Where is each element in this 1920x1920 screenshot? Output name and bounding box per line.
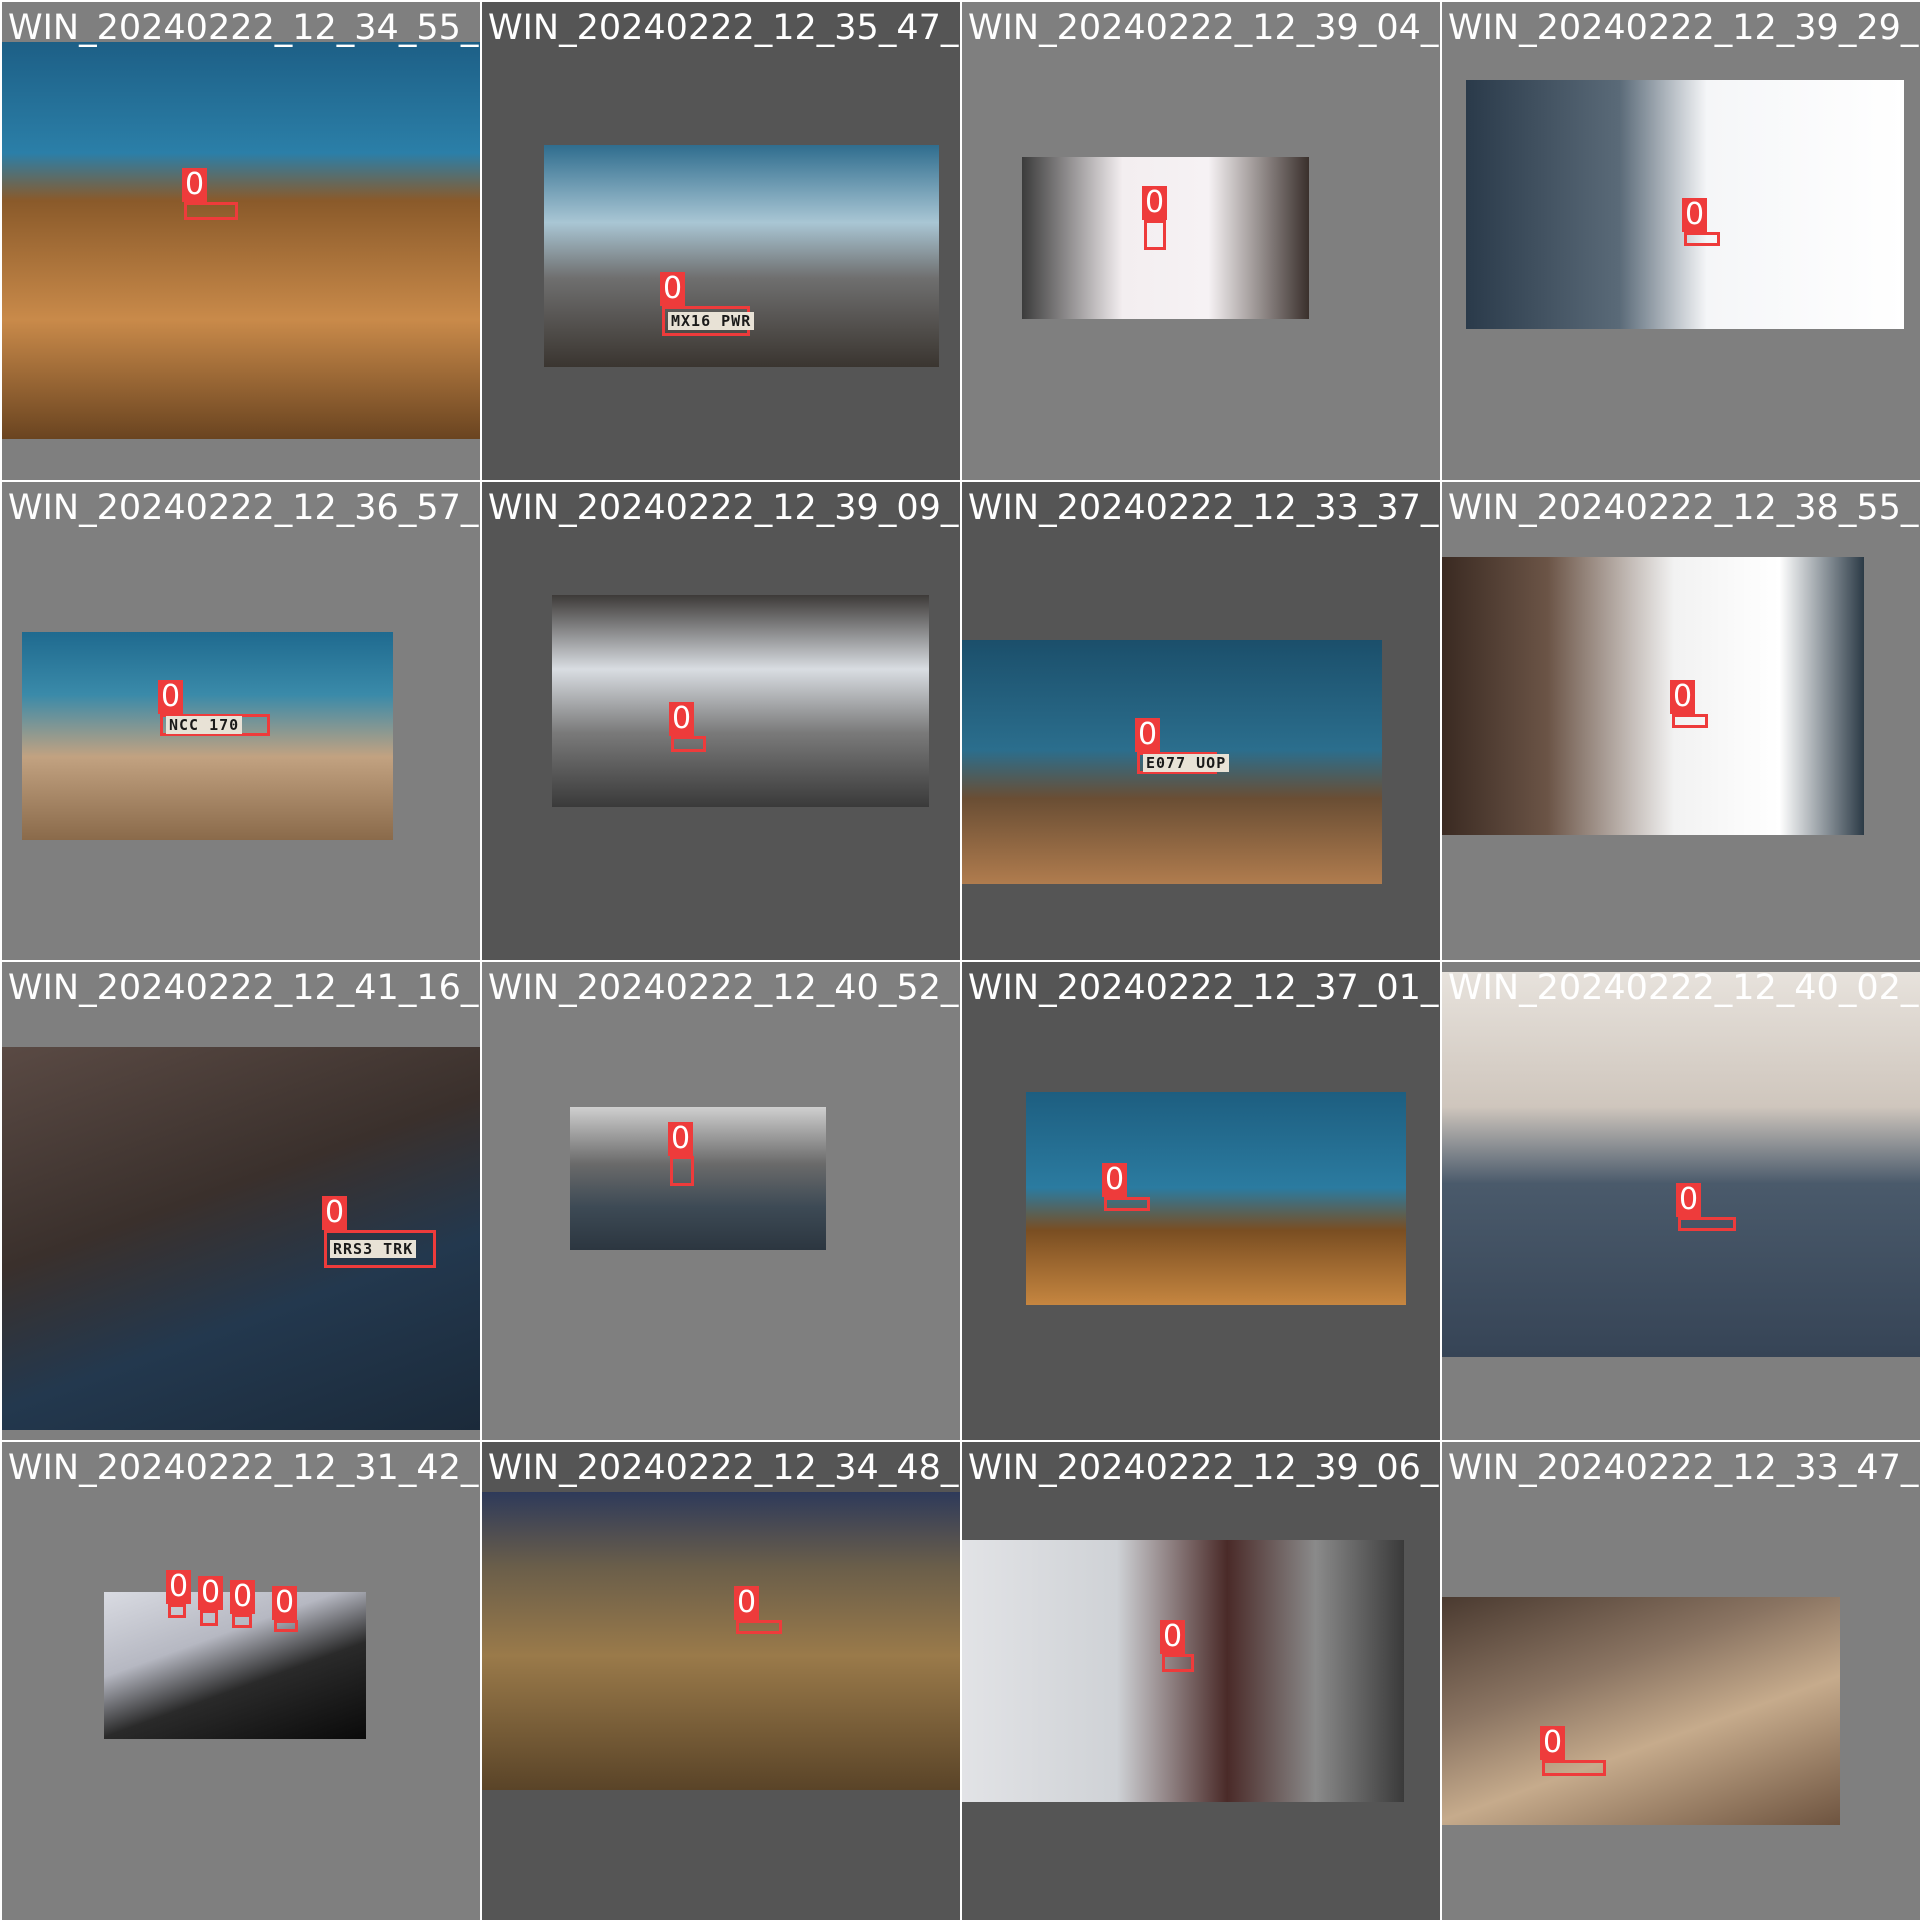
detection-class-label: 0 [1160,1620,1186,1654]
detection-box [200,1610,218,1626]
tile-filename: WIN_20240222_12_39_09_Pro (2).jpg [488,488,960,528]
detection-class-label: 0 [158,680,184,714]
detection-class-label: 0 [198,1576,224,1610]
detection-class-label: 0 [1540,1726,1566,1760]
tile-photo [570,1107,826,1250]
image-tile[interactable]: 0 WIN_20240222_12_39_06_Pro.jpg [962,1442,1440,1920]
image-tile[interactable]: 0 WIN_20240222_12_34_48_Pro.jpg [482,1442,960,1920]
image-tile[interactable]: 0 WIN_20240222_12_34_55_Pro (2).jpg [2,2,480,480]
image-tile[interactable]: RRS3 TRK 0 WIN_20240222_12_41_16_Pro.jpg [2,962,480,1440]
detection-box [670,1156,694,1186]
detection-box [1678,1217,1736,1231]
detection-class-label: 0 [668,1122,694,1156]
tile-filename: WIN_20240222_12_39_06_Pro.jpg [968,1448,1440,1488]
tile-filename: WIN_20240222_12_31_42_Pro.jpg [8,1448,480,1488]
tile-filename: WIN_20240222_12_39_04_Pro (2).jpg [968,8,1440,48]
image-tile[interactable]: 0000WIN_20240222_12_31_42_Pro.jpg [2,1442,480,1920]
image-tile[interactable]: 0 WIN_20240222_12_39_04_Pro (2).jpg [962,2,1440,480]
image-tile[interactable]: 0 WIN_20240222_12_40_02_Pro.jpg [1442,962,1920,1440]
tile-photo [1026,1092,1406,1305]
image-tile[interactable]: 0 WIN_20240222_12_38_55_Pro.jpg [1442,482,1920,960]
detection-class-label: 0 [230,1580,256,1614]
detection-class-label: 0 [1142,186,1168,220]
detection-box [232,1614,252,1628]
image-tile[interactable]: 0 WIN_20240222_12_40_52_Pro.jpg [482,962,960,1440]
image-tile[interactable]: NCC 170 0 WIN_20240222_12_36_57_Pro.jpg [2,482,480,960]
detection-class-label: 0 [272,1586,298,1620]
tile-photo [22,632,393,840]
tile-filename: WIN_20240222_12_40_02_Pro.jpg [1448,968,1920,1008]
license-plate-text: E077 UOP [1143,754,1230,772]
detection-class-label: 0 [1670,680,1696,714]
detection-box [274,1620,298,1632]
detection-box [184,202,238,220]
tile-photo [1442,1597,1840,1825]
tile-filename: WIN_20240222_12_33_47_Pro.jpg [1448,1448,1920,1488]
detection-class-label: 0 [1682,198,1708,232]
license-plate-text: NCC 170 [166,716,243,734]
image-tile[interactable]: 0 WIN_20240222_12_33_47_Pro.jpg [1442,1442,1920,1920]
tile-filename: WIN_20240222_12_41_16_Pro.jpg [8,968,480,1008]
image-tile[interactable]: 0 WIN_20240222_12_39_29_Pro.jpg [1442,2,1920,480]
license-plate-text: RRS3 TRK [330,1240,417,1258]
tile-filename: WIN_20240222_12_37_01_Pro.jpg [968,968,1440,1008]
tile-filename: WIN_20240222_12_33_37_Pro.jpg [968,488,1440,528]
tile-filename: WIN_20240222_12_36_57_Pro.jpg [8,488,480,528]
detection-box [1104,1197,1150,1211]
tile-filename: WIN_20240222_12_34_48_Pro.jpg [488,1448,960,1488]
detection-class-label: 0 [322,1196,348,1230]
detection-class-label: 0 [1102,1163,1128,1197]
detection-box [736,1620,782,1634]
detection-class-label: 0 [166,1570,192,1604]
tile-photo [552,595,929,807]
tile-filename: WIN_20240222_12_35_47_Pro.jpg [488,8,960,48]
detection-box [1672,714,1708,728]
detection-class-label: 0 [182,168,208,202]
image-tile[interactable]: 0 WIN_20240222_12_37_01_Pro.jpg [962,962,1440,1440]
tile-filename: WIN_20240222_12_34_55_Pro (2).jpg [8,8,480,48]
mosaic-grid: 0WIN_20240222_12_34_55_Pro (2).jpgMX16 P… [0,0,1920,1920]
detection-box [1162,1654,1194,1672]
detection-class-label: 0 [660,272,686,306]
tile-photo [482,1492,960,1790]
tile-photo [2,42,480,439]
tile-photo [1442,557,1864,835]
tile-filename: WIN_20240222_12_38_55_Pro.jpg [1448,488,1920,528]
detection-class-label: 0 [1676,1183,1702,1217]
detection-box [1684,232,1720,246]
tile-filename: WIN_20240222_12_40_52_Pro.jpg [488,968,960,1008]
detection-box [1144,220,1166,250]
detection-box [671,736,706,752]
license-plate-text: MX16 PWR [668,312,755,330]
image-tile[interactable]: E077 UOP 0 WIN_20240222_12_33_37_Pro.jpg [962,482,1440,960]
detection-class-label: 0 [669,702,695,736]
detection-class-label: 0 [734,1586,760,1620]
tile-filename: WIN_20240222_12_39_29_Pro.jpg [1448,8,1920,48]
detection-box [1542,1760,1606,1776]
image-tile[interactable]: 0 WIN_20240222_12_39_09_Pro (2).jpg [482,482,960,960]
detection-class-label: 0 [1135,718,1161,752]
tile-photo [1442,972,1920,1357]
detection-box [168,1604,186,1618]
image-tile[interactable]: MX16 PWR 0 WIN_20240222_12_35_47_Pro.jpg [482,2,960,480]
